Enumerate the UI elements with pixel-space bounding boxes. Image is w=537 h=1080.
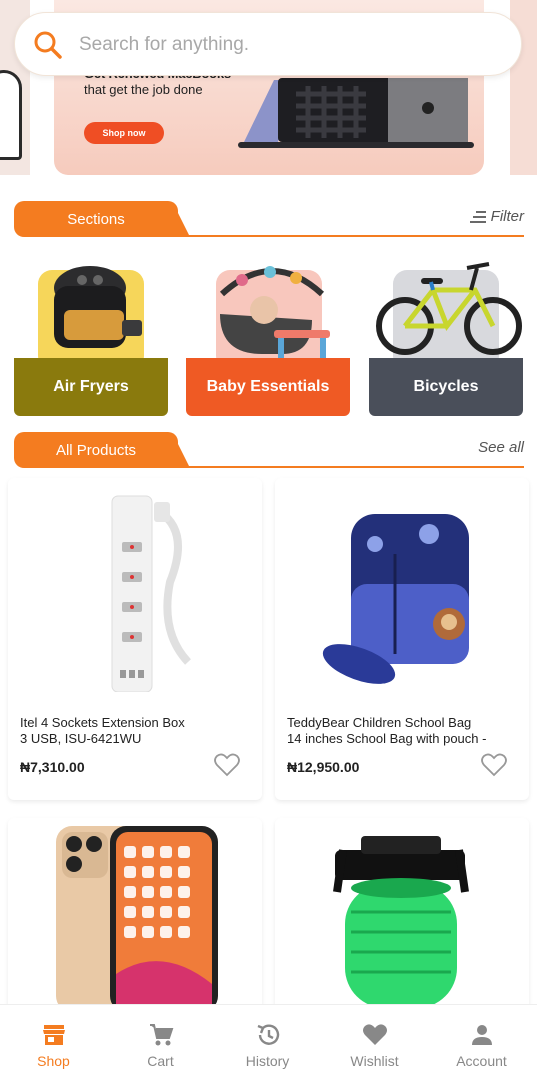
product-price: ₦7,310.00 xyxy=(20,759,85,775)
all-products-tab[interactable]: All Products xyxy=(14,432,178,468)
nav-history[interactable]: History xyxy=(214,1005,321,1080)
bicycle-image xyxy=(376,262,522,355)
all-products-header: All Products See all xyxy=(14,432,524,470)
product-name-line1: TeddyBear Children School Bag xyxy=(287,715,472,730)
store-icon xyxy=(42,1025,65,1045)
nav-label: Cart xyxy=(147,1053,174,1069)
nav-cart[interactable]: Cart xyxy=(107,1005,214,1080)
category-label: Bicycles xyxy=(369,358,523,416)
nav-label: Account xyxy=(456,1053,507,1069)
baby-carrier-image xyxy=(219,266,330,358)
history-icon xyxy=(257,1024,279,1045)
wishlist-heart-icon[interactable] xyxy=(214,753,240,777)
product-card[interactable] xyxy=(275,818,529,1018)
see-all-label: See all xyxy=(478,439,524,456)
category-bicycles[interactable]: Bicycles xyxy=(369,252,523,416)
category-air-fryers[interactable]: Air Fryers xyxy=(14,252,168,416)
product-name-line2: 3 USB, ISU-6421WU xyxy=(20,731,142,746)
product-image-school-bag xyxy=(322,514,469,684)
product-card[interactable] xyxy=(8,818,262,1018)
macbook-image xyxy=(238,78,474,148)
product-price: ₦12,950.00 xyxy=(287,759,360,775)
nav-shop[interactable]: Shop xyxy=(0,1005,107,1080)
heart-icon xyxy=(362,1024,387,1045)
wishlist-heart-icon[interactable] xyxy=(481,753,507,777)
product-image-extension-box xyxy=(111,495,192,692)
nav-label: History xyxy=(245,1053,290,1069)
search-bar[interactable] xyxy=(14,12,522,76)
product-card[interactable]: Itel 4 Sockets Extension Box 3 USB, ISU-… xyxy=(8,478,262,800)
filter-icon xyxy=(469,210,486,223)
nav-label: Shop xyxy=(37,1053,70,1069)
product-image-iphone xyxy=(56,826,218,1012)
sections-header: Sections Filter xyxy=(14,201,524,239)
product-card[interactable]: TeddyBear Children School Bag 14 inches … xyxy=(275,478,529,800)
see-all-link[interactable]: See all xyxy=(478,439,524,456)
bottom-navigation: Shop Cart History Wishlist Account xyxy=(0,1004,537,1080)
nav-account[interactable]: Account xyxy=(428,1005,535,1080)
cart-icon xyxy=(149,1024,173,1046)
sections-tab[interactable]: Sections xyxy=(14,201,178,237)
product-name-line2: 14 inches School Bag with pouch - xyxy=(287,731,487,746)
person-icon xyxy=(471,1025,492,1045)
search-input[interactable] xyxy=(79,27,499,63)
banner-subtitle: that get the job done xyxy=(84,82,203,97)
category-label: Baby Essentials xyxy=(186,358,350,416)
search-icon[interactable] xyxy=(32,29,64,61)
category-baby-essentials[interactable]: Baby Essentials xyxy=(186,252,350,416)
nav-label: Wishlist xyxy=(350,1053,399,1069)
section-divider xyxy=(174,235,524,237)
air-fryer-image xyxy=(54,266,142,348)
category-label: Air Fryers xyxy=(14,358,168,416)
product-image-gas-cylinder xyxy=(333,836,469,1008)
nav-wishlist[interactable]: Wishlist xyxy=(321,1005,428,1080)
filter-label: Filter xyxy=(490,208,524,225)
section-divider xyxy=(174,466,524,468)
filter-button[interactable]: Filter xyxy=(469,208,524,225)
shop-now-button[interactable]: Shop now xyxy=(84,122,164,144)
product-name-line1: Itel 4 Sockets Extension Box xyxy=(20,715,185,730)
